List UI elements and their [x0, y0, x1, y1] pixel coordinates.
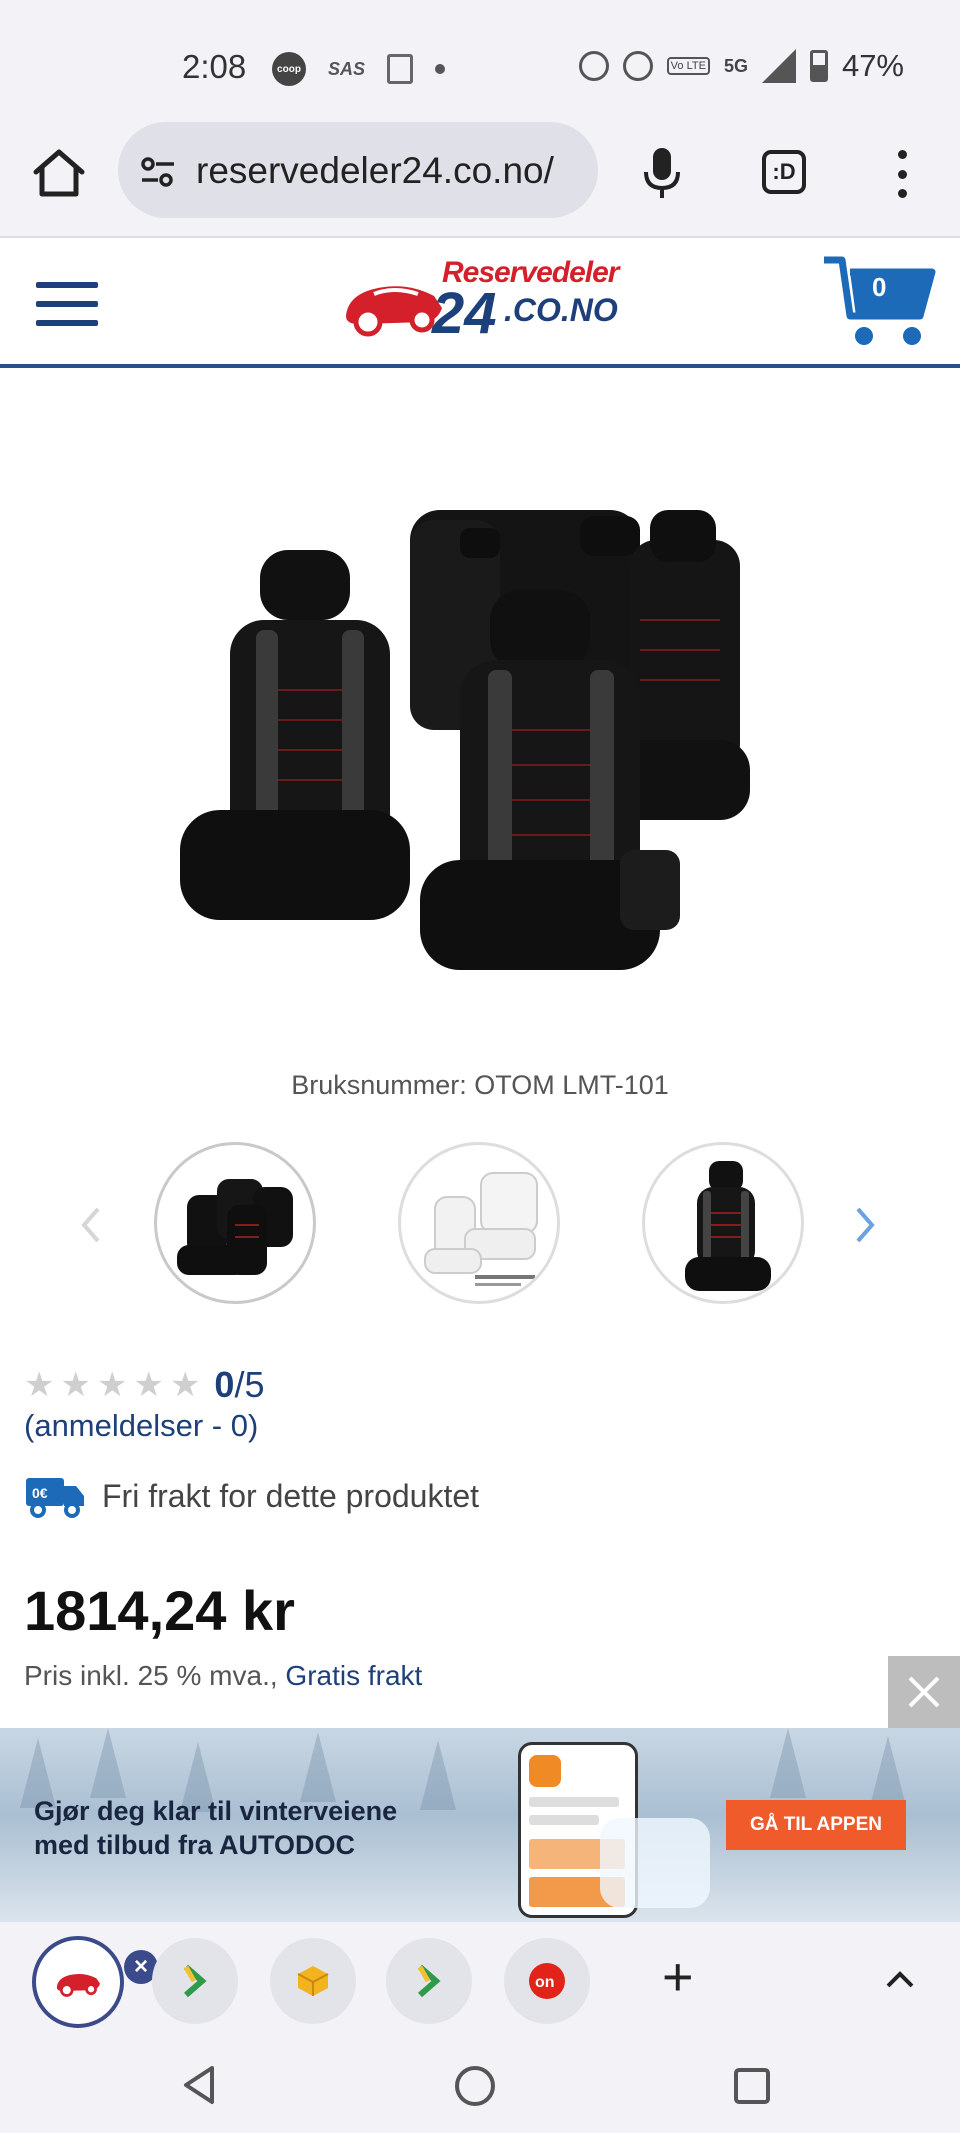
shipping-badge-text: 0€: [32, 1485, 48, 1501]
phone-ui-line: [529, 1797, 619, 1807]
star-icon: ★: [96, 1366, 128, 1404]
tree-decoration: [300, 1732, 336, 1802]
microphone-icon[interactable]: [640, 144, 684, 202]
star-icon: ★: [169, 1366, 201, 1404]
car-logo-icon: [56, 1973, 101, 1997]
logo-text-domain: .CO.NO: [504, 292, 618, 328]
product-price: 1814,24 kr: [24, 1579, 295, 1642]
ad-banner[interactable]: Gjør deg klar til vinterveiene med tilbu…: [0, 1728, 960, 1922]
chevron-up-icon[interactable]: [882, 1962, 918, 1998]
sas-notification-icon: SAS: [328, 58, 366, 79]
prisjakt-icon: [417, 1964, 441, 1998]
home-icon[interactable]: [30, 144, 88, 202]
rating-value: 0: [214, 1364, 235, 1405]
ice-block-image: [600, 1818, 710, 1908]
chevron-left-icon[interactable]: [76, 1205, 106, 1245]
network-type-icon: 5G: [723, 55, 748, 76]
site-header: Reservedeler 24 .CO.NO 0: [0, 240, 960, 368]
browser-toolbar: reservedeler24.co.no/ :D: [0, 120, 960, 238]
status-notification-icons: coop SAS: [272, 52, 446, 86]
reviews-link[interactable]: (anmeldelser - 0): [24, 1408, 258, 1444]
rating-max: /5: [234, 1364, 265, 1405]
close-icon: [908, 1676, 940, 1708]
thumbnail-2[interactable]: [398, 1142, 560, 1304]
ad-title: Gjør deg klar til vinterveiene med tilbu…: [34, 1794, 474, 1862]
coop-notification-icon: coop: [272, 52, 306, 86]
new-tab-icon[interactable]: +: [662, 1950, 694, 2004]
star-icon: ★: [60, 1366, 91, 1404]
status-time: 2:08: [182, 48, 247, 85]
battery-icon: [809, 50, 828, 82]
signal-icon: [761, 49, 796, 83]
rating-score: 0/5: [214, 1364, 264, 1406]
package-icon: [297, 1966, 329, 1996]
tab-prisjakt-2[interactable]: [386, 1938, 472, 2024]
site-logo[interactable]: Reservedeler 24 .CO.NO: [338, 250, 620, 350]
thumbnail-3[interactable]: [642, 1142, 804, 1304]
single-seat-thumbnail-image: [685, 1161, 771, 1291]
address-bar[interactable]: reservedeler24.co.no/: [118, 122, 598, 218]
on-icon-text: on: [535, 1974, 555, 1991]
product-main-image[interactable]: [160, 480, 800, 980]
more-options-icon[interactable]: [888, 144, 916, 204]
app-notification-icon: [387, 54, 414, 84]
home-nav-icon[interactable]: [455, 2066, 495, 2106]
free-shipping-row: 0€ Fri frakt for dette produktet: [24, 1474, 479, 1518]
tab-package[interactable]: [270, 1938, 356, 2024]
app-logo-icon: [529, 1755, 561, 1787]
hamburger-menu-icon[interactable]: [36, 282, 98, 326]
delivery-truck-icon: 0€: [26, 1478, 84, 1518]
battery-percent: 47%: [841, 48, 904, 83]
tab-prisjakt-1[interactable]: [152, 1938, 238, 2024]
more-notifications-dot-icon: [435, 64, 446, 74]
tab-on[interactable]: on: [504, 1938, 590, 2024]
tab-switcher-button[interactable]: :D: [762, 150, 806, 194]
product-rating: ★ ★ ★ ★ ★ 0/5: [24, 1364, 264, 1406]
system-navigation-bar: [0, 2040, 960, 2133]
on-app-icon: on: [529, 1963, 565, 1999]
tree-decoration: [870, 1736, 906, 1806]
seat-set-thumbnail-image: [177, 1179, 293, 1275]
part-number: Bruksnummer: OTOM LMT-101: [291, 1070, 669, 1100]
phone-ui-line: [529, 1815, 599, 1825]
price-note-text: Pris inkl. 25 % mva.,: [24, 1660, 278, 1691]
star-icon: ★: [24, 1366, 55, 1404]
cart-icon: [824, 256, 936, 345]
cart-button[interactable]: 0: [820, 254, 940, 354]
recents-icon[interactable]: [734, 2068, 770, 2104]
url-text[interactable]: reservedeler24.co.no/: [196, 150, 586, 192]
volte-icon: Vo LTE: [666, 57, 710, 75]
site-settings-icon[interactable]: [138, 152, 178, 192]
shipping-text: Fri frakt for dette produktet: [102, 1477, 480, 1514]
close-banner-button[interactable]: [888, 1656, 960, 1728]
rating-stars[interactable]: ★ ★ ★ ★ ★: [24, 1368, 200, 1402]
do-not-disturb-icon: [622, 51, 653, 81]
price-note: Pris inkl. 25 % mva., Gratis frakt: [24, 1660, 422, 1692]
star-icon: ★: [133, 1366, 164, 1404]
browser-tab-strip: × on +: [0, 1922, 960, 2040]
logo-text-number: 24: [432, 281, 497, 346]
chevron-right-icon[interactable]: [850, 1205, 880, 1245]
status-bar: 2:08 coop SAS Vo LTE 5G 47%: [0, 0, 960, 120]
alarm-icon: [578, 51, 609, 81]
ad-title-line-1: Gjør deg klar til vinterveiene: [34, 1796, 398, 1826]
thumbnail-1[interactable]: [154, 1142, 316, 1304]
back-icon[interactable]: [180, 2064, 220, 2106]
status-system-icons: Vo LTE 5G 47%: [578, 48, 904, 84]
white-seat-diagram-thumbnail-image: [424, 1172, 538, 1286]
ad-go-to-app-button[interactable]: GÅ TIL APPEN: [726, 1800, 906, 1850]
tree-decoration: [90, 1728, 126, 1798]
tab-reservedeler24[interactable]: ×: [32, 1936, 158, 2028]
tree-decoration: [770, 1728, 806, 1798]
free-shipping-link[interactable]: Gratis frakt: [285, 1660, 422, 1691]
prisjakt-icon: [183, 1964, 207, 1998]
cart-count: 0: [872, 272, 887, 302]
ad-title-line-2: med tilbud fra AUTODOC: [34, 1830, 356, 1860]
